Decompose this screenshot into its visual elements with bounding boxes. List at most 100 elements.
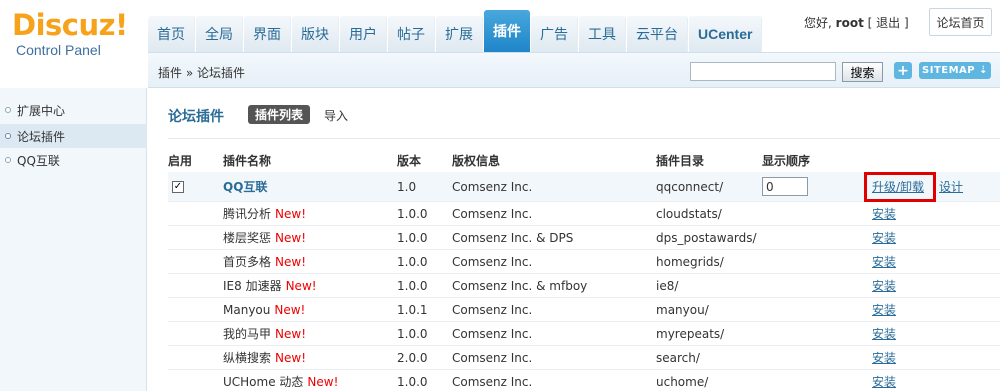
plugin-copyright: Comsenz Inc. (452, 326, 533, 341)
breadcrumb: 插件 » 论坛插件 (158, 66, 245, 80)
nav-item-extend[interactable]: 扩展 (436, 16, 483, 52)
display-order-input[interactable]: 0 (762, 177, 808, 196)
plugin-name: 我的马甲 (223, 327, 272, 341)
plugin-version: 2.0.0 (397, 350, 428, 365)
tab-plugin-list[interactable]: 插件列表 (248, 105, 311, 124)
plugin-directory: cloudstats/ (656, 206, 722, 221)
install-link[interactable]: 安装 (872, 325, 896, 342)
nav-item-posts[interactable]: 帖子 (388, 16, 435, 52)
plugin-directory: uchome/ (656, 374, 709, 389)
nav-item-tools[interactable]: 工具 (579, 16, 626, 52)
plugin-copyright: Comsenz Inc. & mfboy (452, 278, 588, 293)
header: Discuz! Control Panel 首页 全局 界面 版块 用户 帖子 … (0, 0, 1000, 58)
sidebar-item-label: 扩展中心 (17, 103, 66, 118)
table-row: IE8 加速器 New! 1.0.0 Comsenz Inc. & mfboy i… (168, 274, 1000, 298)
design-link[interactable]: 设计 (939, 178, 963, 195)
table-row: 首页多格 New! 1.0.0 Comsenz Inc. homegrids/ 安… (168, 250, 1000, 274)
install-link[interactable]: 安装 (872, 229, 896, 246)
col-header-order: 显示顺序 (762, 154, 811, 168)
top-nav: 首页 全局 界面 版块 用户 帖子 扩展 插件 广告 工具 云平台 UCente… (148, 10, 763, 52)
plugin-name: IE8 加速器 (223, 279, 282, 293)
plugin-copyright: Comsenz Inc. (452, 206, 533, 221)
nav-item-home[interactable]: 首页 (148, 16, 195, 52)
bullet-icon (5, 157, 11, 163)
col-header-name: 插件名称 (223, 154, 272, 168)
nav-item-global[interactable]: 全局 (196, 16, 243, 52)
plugin-name: 首页多格 (223, 255, 272, 269)
new-badge: New! (285, 278, 317, 293)
col-header-version: 版本 (397, 154, 422, 168)
plugin-name: UCHome 动态 (223, 375, 304, 389)
nav-item-plugins[interactable]: 插件 (484, 10, 530, 52)
nav-item-ucenter[interactable]: UCenter (689, 16, 763, 52)
install-link[interactable]: 安装 (872, 301, 896, 318)
sidebar: 扩展中心 论坛插件 QQ互联 (0, 88, 147, 391)
plugin-version: 1.0.0 (397, 206, 428, 221)
plugin-version: 1.0.0 (397, 254, 428, 269)
plugin-version: 1.0.0 (397, 278, 428, 293)
highlight-annotation-box (864, 172, 936, 202)
page-title: 论坛插件 (168, 109, 224, 125)
sidebar-item-label: QQ互联 (17, 153, 60, 168)
plugin-directory: qqconnect/ (656, 179, 724, 194)
table-row: 楼层奖惩 New! 1.0.0 Comsenz Inc. & DPS dps_po… (168, 226, 1000, 250)
plugin-name: 腾讯分析 (223, 207, 272, 221)
plugin-version: 1.0 (397, 179, 417, 194)
bullet-icon (5, 133, 11, 139)
plugin-name: 楼层奖惩 (223, 231, 272, 245)
plugin-copyright: Comsenz Inc. (452, 350, 533, 365)
logo-sub-text: Control Panel (16, 42, 101, 58)
install-link[interactable]: 安装 (872, 205, 896, 222)
plugin-version: 1.0.0 (397, 374, 428, 389)
plugin-name: 纵横搜索 (223, 351, 272, 365)
nav-item-forums[interactable]: 版块 (292, 16, 339, 52)
tab-import[interactable]: 导入 (324, 107, 348, 124)
greeting-text: 您好, (804, 16, 832, 30)
table-row: 我的马甲 New! 1.0.0 Comsenz Inc. myrepeats/ 安… (168, 322, 1000, 346)
install-link[interactable]: 安装 (872, 349, 896, 366)
plugin-version: 1.0.1 (397, 302, 428, 317)
plugin-directory: myrepeats/ (656, 326, 725, 341)
plugin-copyright: Comsenz Inc. & DPS (452, 230, 574, 245)
sub-toolbar: 插件 » 论坛插件 搜索 + SITEMAP ⇣ (148, 52, 1000, 88)
nav-item-style[interactable]: 界面 (244, 16, 291, 52)
plugin-copyright: Comsenz Inc. (452, 254, 533, 269)
nav-item-users[interactable]: 用户 (340, 16, 387, 52)
plugin-version: 1.0.0 (397, 230, 428, 245)
install-link[interactable]: 安装 (872, 277, 896, 294)
sidebar-item-label: 论坛插件 (17, 129, 66, 144)
table-row: UCHome 动态 New! 1.0.0 Comsenz Inc. uchome/… (168, 370, 1000, 391)
sidebar-item-qq-connect[interactable]: QQ互联 (0, 148, 147, 172)
plugin-directory: search/ (656, 350, 700, 365)
sitemap-button[interactable]: SITEMAP ⇣ (919, 62, 991, 79)
logout-link[interactable]: [ 退出 ] (868, 16, 909, 30)
plugin-copyright: Comsenz Inc. (452, 374, 533, 389)
install-link[interactable]: 安装 (872, 373, 896, 390)
nav-item-cloud[interactable]: 云平台 (627, 16, 688, 52)
search-button[interactable]: 搜索 (842, 62, 883, 82)
new-badge: New! (275, 326, 306, 341)
discuz-logo[interactable]: Discuz! Control Panel (12, 10, 152, 58)
logo-main-text: Discuz! (12, 8, 128, 42)
search-input[interactable] (690, 62, 836, 81)
new-badge: New! (275, 350, 306, 365)
plugin-directory: ie8/ (656, 278, 679, 293)
plugin-directory: homegrids/ (656, 254, 724, 269)
bullet-icon (5, 107, 11, 113)
sidebar-item-forum-plugins[interactable]: 论坛插件 (0, 124, 147, 148)
new-badge: New! (275, 206, 306, 221)
new-badge: New! (274, 302, 306, 317)
enable-checkbox[interactable]: ✓ (172, 180, 184, 193)
table-row: 纵横搜索 New! 2.0.0 Comsenz Inc. search/ 安装 (168, 346, 1000, 370)
sidebar-item-extension-center[interactable]: 扩展中心 (0, 98, 147, 122)
user-info: 您好, root [ 退出 ] (804, 14, 909, 31)
main-content: 论坛插件 插件列表 导入 启用 插件名称 版本 版权信息 插件目录 显示顺序 ✓… (148, 88, 1000, 391)
nav-item-ads[interactable]: 广告 (531, 16, 578, 52)
divider (168, 138, 1000, 139)
table-row: Manyou New! 1.0.1 Comsenz Inc. manyou/ 安装 (168, 298, 1000, 322)
install-link[interactable]: 安装 (872, 253, 896, 270)
plugin-directory: dps_postawards/ (656, 230, 757, 245)
forum-home-button[interactable]: 论坛首页 (929, 8, 992, 36)
plugin-copyright: Comsenz Inc. (452, 179, 533, 194)
add-shortcut-button[interactable]: + (894, 62, 912, 79)
